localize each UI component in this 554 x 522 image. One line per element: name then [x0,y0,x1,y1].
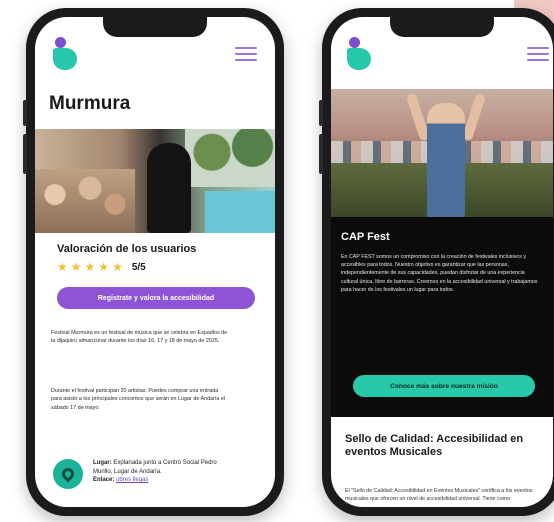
section-text: En CAP FEST somos un compromiso con la c… [341,254,538,293]
festival-crowd-photo [331,89,553,217]
photo-pool [205,191,275,233]
logo-drop [347,48,371,70]
logo-dot [349,37,360,48]
section-title: CAP Fest [341,231,390,243]
star-icon: ★ [98,260,110,274]
star-icon: ★ [84,260,96,274]
map-pin-icon [53,459,83,489]
star-icon: ★ [70,260,82,274]
location-info: Lugar: Explanada junto a Centro Social P… [93,459,233,485]
rating-title: Valoración de los usuarios [57,243,197,255]
link-label: Enlace: [93,477,115,484]
register-rate-button[interactable]: Regístrate y valora la accesibilidad [57,287,255,309]
event-description: Festival Murmura es un festival de músic… [51,330,228,345]
hamburger-menu-icon[interactable] [235,47,257,63]
photo-musician [147,143,191,233]
location-label: Lugar: [93,460,112,466]
phone-volume-button [23,134,27,174]
phone-notch [390,17,494,37]
rating-stars: ★ ★ ★ ★ ★ 5/5 [57,261,146,273]
star-icon: ★ [57,260,68,274]
phone-notch [103,17,207,37]
phone-screen: Murmura Valoración de los usuarios ★ ★ ★… [35,17,275,507]
page-title: Murmura [49,93,131,114]
hamburger-menu-icon[interactable] [527,47,549,63]
seal-title: Sello de Calidad: Accesibilidad en event… [345,433,524,458]
festival-photo [35,129,275,233]
event-details: Durante el festival participan 20 artist… [51,388,226,411]
murmura-logo[interactable] [53,37,79,71]
brand-logo[interactable] [347,37,373,71]
phone-screen: CAP Fest En CAP FEST somos un compromiso… [331,17,553,507]
phone-volume-button [319,134,323,174]
photo-girl [427,103,465,217]
location-value: Explanada junto a Centro Social Pedro Mu… [93,460,217,475]
phone-volume-button [23,100,27,126]
mission-button[interactable]: Conoce más sobre nuestra misión [353,375,535,397]
phone-mockup-murmura: Murmura Valoración de los usuarios ★ ★ ★… [23,8,284,516]
photo-arm [461,92,487,142]
logo-dot [55,37,66,48]
logo-drop [53,48,77,70]
photo-crowd [35,169,135,233]
phone-volume-button [319,100,323,126]
rating-score: 5/5 [131,261,146,273]
photo-trees [185,129,275,187]
star-icon: ★ [112,260,123,274]
seal-text: El "Sello de Calidad: Accesibilidad en E… [345,488,533,503]
location-link[interactable]: ubres llegas [116,477,148,483]
phone-mockup-capfest: CAP Fest En CAP FEST somos un compromiso… [319,8,554,516]
